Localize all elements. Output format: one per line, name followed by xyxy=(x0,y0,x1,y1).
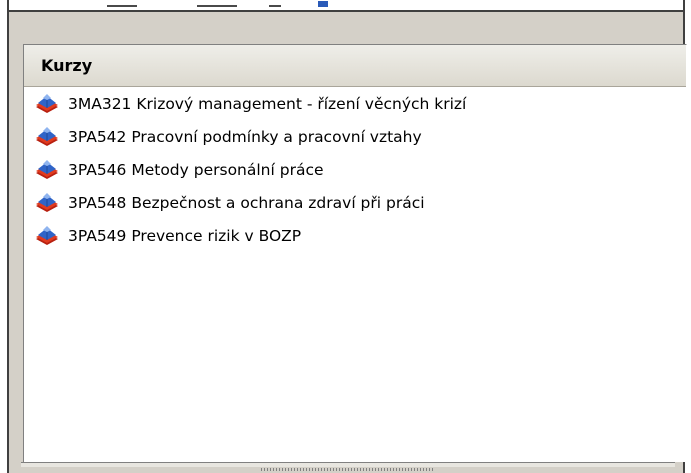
list-item-label: 3MA321 Krizový management - řízení věcný… xyxy=(68,94,467,113)
list-header-label: Kurzy xyxy=(41,56,93,75)
list-item[interactable]: 3PA548 Bezpečnost a ochrana zdraví při p… xyxy=(24,186,686,219)
toolbar-remnant xyxy=(7,0,685,10)
list-item-label: 3PA546 Metody personální práce xyxy=(68,160,324,179)
list-header[interactable]: Kurzy xyxy=(24,45,686,87)
course-icon xyxy=(36,225,58,245)
course-list: 3MA321 Krizový management - řízení věcný… xyxy=(24,87,686,252)
toolbar-fragment xyxy=(107,5,137,7)
list-item[interactable]: 3MA321 Krizový management - řízení věcný… xyxy=(24,87,686,120)
list-item-label: 3PA549 Prevence rizik v BOZP xyxy=(68,226,302,245)
list-bottom-border xyxy=(21,462,675,467)
courses-listbox[interactable]: Kurzy 3MA321 Krizový management - řízení… xyxy=(23,44,687,464)
course-icon xyxy=(36,93,58,113)
list-item-label: 3PA542 Pracovní podmínky a pracovní vzta… xyxy=(68,127,422,146)
list-item[interactable]: 3PA542 Pracovní podmínky a pracovní vzta… xyxy=(24,120,686,153)
splitter-grip[interactable] xyxy=(261,468,433,471)
application-frame: Kurzy 3MA321 Krizový management - řízení… xyxy=(0,0,691,473)
toolbar-edge xyxy=(683,0,685,10)
panel-bottom-edge xyxy=(7,462,685,473)
course-icon xyxy=(36,159,58,179)
list-item[interactable]: 3PA546 Metody personální práce xyxy=(24,153,686,186)
toolbar-edge xyxy=(7,0,9,10)
courses-panel: Kurzy 3MA321 Krizový management - řízení… xyxy=(7,10,687,464)
toolbar-fragment xyxy=(197,5,237,7)
course-icon xyxy=(36,126,58,146)
toolbar-fragment xyxy=(269,5,281,7)
course-icon xyxy=(36,192,58,212)
list-item-label: 3PA548 Bezpečnost a ochrana zdraví při p… xyxy=(68,193,425,212)
list-item[interactable]: 3PA549 Prevence rizik v BOZP xyxy=(24,219,686,252)
toolbar-fragment-icon xyxy=(318,1,328,7)
